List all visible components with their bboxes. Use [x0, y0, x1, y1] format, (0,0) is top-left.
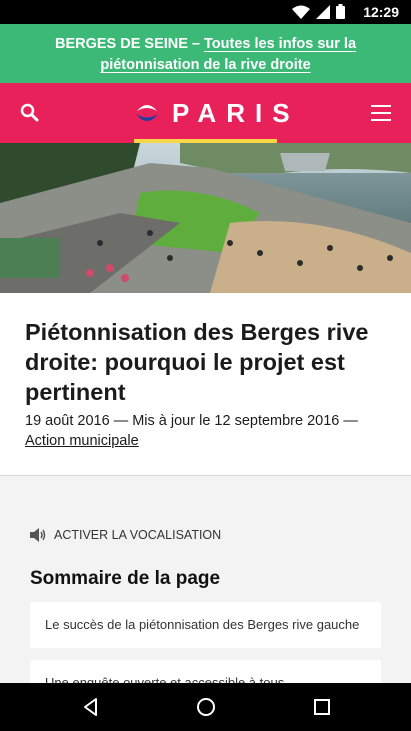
page-viewport[interactable]: BERGES DE SEINE – Toutes les infos sur la …	[0, 24, 411, 683]
status-bar: 12:29	[0, 0, 411, 24]
hamburger-menu-icon[interactable]	[371, 105, 391, 121]
info-banner: BERGES DE SEINE – Toutes les infos sur la …	[0, 24, 411, 83]
hero-image	[0, 143, 411, 293]
wifi-icon	[292, 5, 310, 19]
home-icon[interactable]	[196, 697, 216, 717]
status-icons	[292, 4, 345, 19]
site-header: PARIS	[0, 83, 411, 143]
article-header: Piétonnisation des Berges rive droite: p…	[0, 293, 411, 476]
back-icon[interactable]	[81, 697, 101, 717]
summary-item[interactable]: Une enquête ouverte et accessible à tous	[30, 660, 381, 683]
vocalisation-label: ACTIVER LA VOCALISATION	[54, 528, 222, 542]
android-nav-bar	[0, 683, 411, 731]
page-title: Piétonnisation des Berges rive droite: p…	[25, 319, 369, 405]
speaker-icon	[30, 528, 46, 542]
paris-logo-icon	[135, 101, 159, 126]
battery-icon	[336, 4, 345, 19]
article-dates: 19 août 2016 — Mis à jour le 12 septembr…	[25, 413, 358, 429]
search-icon[interactable]	[20, 103, 40, 123]
recents-icon[interactable]	[312, 697, 332, 717]
article-meta: 19 août 2016 — Mis à jour le 12 septembr…	[25, 411, 386, 451]
logo-text: PARIS	[172, 98, 300, 128]
banner-highlight: BERGES DE SEINE	[54, 36, 188, 52]
summary-title: Sommaire de la page	[30, 568, 221, 589]
summary-item[interactable]: Le succès de la piétonnisation des Berge…	[30, 602, 381, 648]
article-category-link[interactable]: Action municipale	[25, 433, 139, 449]
article-content: ACTIVER LA VOCALISATION Sommaire de la p…	[0, 476, 411, 683]
signal-icon	[316, 4, 330, 19]
status-time: 12:29	[363, 4, 399, 20]
vocalisation-button[interactable]: ACTIVER LA VOCALISATION	[30, 528, 381, 542]
paris-logo[interactable]: PARIS	[134, 98, 300, 129]
banner-separator: –	[191, 36, 200, 52]
